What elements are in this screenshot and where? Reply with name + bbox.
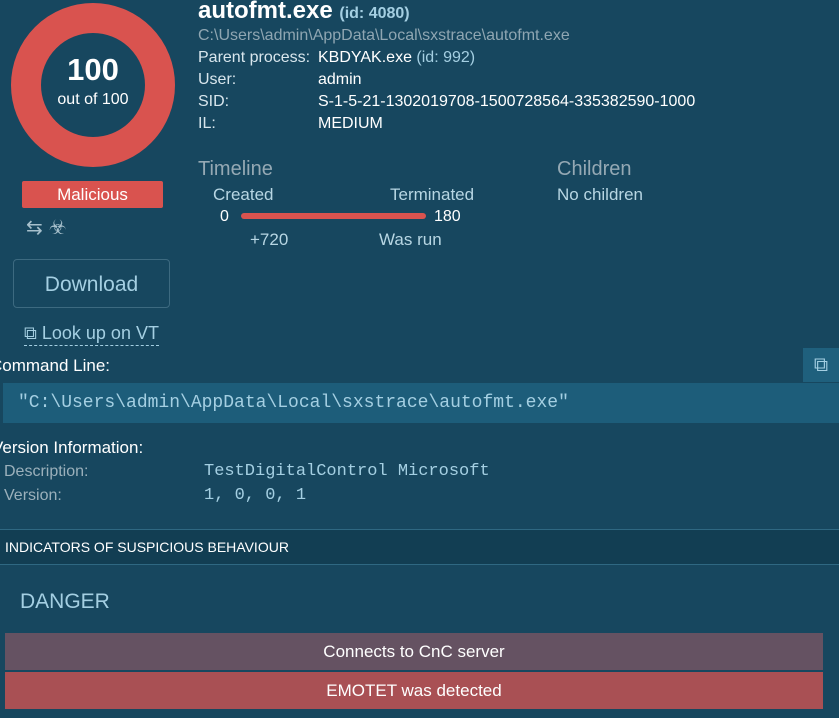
external-link-icon: ⧉ — [24, 323, 37, 343]
process-id: (id: 4080) — [339, 5, 410, 22]
parent-process-name: KBDYAK.exe — [318, 49, 412, 66]
lookup-vt-link[interactable]: ⧉ Look up on VT — [24, 323, 159, 346]
command-line-title: Command Line: — [0, 356, 111, 375]
process-title: autofmt.exe (id: 4080) — [198, 0, 410, 25]
meta-value-user: admin — [318, 71, 362, 88]
timeline-end: 180 — [434, 208, 461, 225]
lookup-vt-label: Look up on VT — [41, 323, 159, 343]
meta-value-sid: S-1-5-21-1302019708-1500728564-335382590… — [318, 93, 696, 110]
indicators-title: INDICATORS OF SUSPICIOUS BEHAVIOUR — [5, 539, 289, 555]
children-title: Children — [557, 158, 632, 180]
meta-value-il: MEDIUM — [318, 115, 383, 132]
timeline-bar — [241, 213, 426, 219]
version-info-title: Version Information: — [0, 438, 144, 457]
timeline-start: 0 — [220, 208, 229, 225]
meta-key-il: IL: — [198, 115, 216, 132]
process-name: autofmt.exe — [198, 0, 333, 24]
score-label: out of 100 — [57, 91, 129, 108]
parent-process-id: (id: 992) — [416, 49, 476, 66]
timeline-offset: +720 — [250, 230, 289, 249]
version-value-version: 1, 0, 0, 1 — [204, 486, 307, 505]
biohazard-icon: ☣ — [48, 217, 73, 239]
version-key-version: Version: — [4, 487, 62, 504]
copy-icon: ⧉ — [813, 354, 829, 376]
indicator-row[interactable]: Connects to CnC server — [5, 633, 823, 670]
process-path: C:\Users\admin\AppData\Local\sxstrace\au… — [198, 27, 570, 44]
children-value: No children — [557, 185, 643, 204]
meta-key-parent: Parent process: — [198, 49, 311, 66]
score-value: 100 — [67, 52, 119, 87]
verdict-badge: Malicious — [22, 181, 163, 208]
timeline-title: Timeline — [198, 158, 273, 180]
timeline-terminated-label: Terminated — [390, 185, 475, 204]
timeline-status: Was run — [379, 230, 442, 249]
copy-button[interactable]: ⧉ — [803, 348, 839, 382]
meta-key-sid: SID: — [198, 93, 230, 110]
meta-value-parent[interactable]: KBDYAK.exe (id: 992) — [318, 49, 475, 67]
timeline-created-label: Created — [213, 185, 274, 204]
indicator-row[interactable]: EMOTET was detected — [5, 672, 823, 709]
download-button[interactable]: Download — [13, 259, 170, 308]
meta-key-user: User: — [198, 71, 237, 88]
version-key-description: Description: — [4, 463, 89, 480]
danger-level: DANGER — [20, 590, 110, 613]
version-value-description: TestDigitalControl Microsoft — [204, 462, 490, 481]
arrows-exchange-icon: ⇆ — [26, 217, 49, 239]
command-line-value[interactable]: "C:\Users\admin\AppData\Local\sxstrace\a… — [3, 383, 839, 423]
status-icons: ⇆☣ — [26, 215, 73, 240]
